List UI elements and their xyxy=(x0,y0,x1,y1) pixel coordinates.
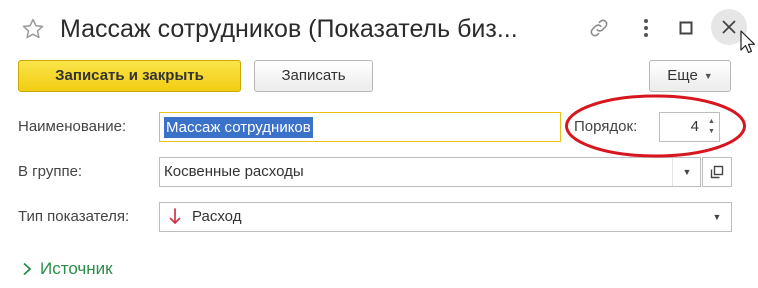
source-group-toggle[interactable]: Источник xyxy=(22,258,113,280)
open-icon xyxy=(710,165,724,179)
name-input-value: Массаж сотрудников xyxy=(164,117,313,138)
link-icon[interactable] xyxy=(583,12,615,44)
name-label: Наименование: xyxy=(18,118,127,135)
close-icon xyxy=(722,20,736,34)
maximize-icon[interactable] xyxy=(670,12,702,44)
more-button[interactable]: Еще ▼ xyxy=(649,60,731,92)
annotation-ellipse xyxy=(565,94,746,158)
caret-down-icon: ▼ xyxy=(703,71,713,81)
indicator-type-label: Тип показателя: xyxy=(18,208,130,225)
open-group-button[interactable] xyxy=(702,157,732,187)
arrow-down-icon xyxy=(168,206,182,228)
indicator-type-select[interactable] xyxy=(159,202,732,232)
indicator-type-dropdown-icon[interactable]: ▼ xyxy=(703,203,731,231)
chevron-right-icon xyxy=(23,262,32,276)
more-vertical-icon[interactable] xyxy=(630,12,662,44)
save-button[interactable]: Записать xyxy=(254,60,373,92)
group-label: В группе: xyxy=(18,163,83,180)
group-dropdown-icon[interactable]: ▼ xyxy=(672,158,701,186)
save-and-close-button[interactable]: Записать и закрыть xyxy=(18,60,241,92)
source-group-label: Источник xyxy=(40,259,113,278)
favorite-star-icon[interactable] xyxy=(14,10,52,48)
more-button-label: Еще xyxy=(667,67,698,84)
mouse-cursor-icon xyxy=(740,30,756,59)
indicator-type-value: Расход xyxy=(192,208,242,225)
window-title: Массаж сотрудников (Показатель биз... xyxy=(60,15,518,43)
group-select-value: Косвенные расходы xyxy=(164,163,304,180)
